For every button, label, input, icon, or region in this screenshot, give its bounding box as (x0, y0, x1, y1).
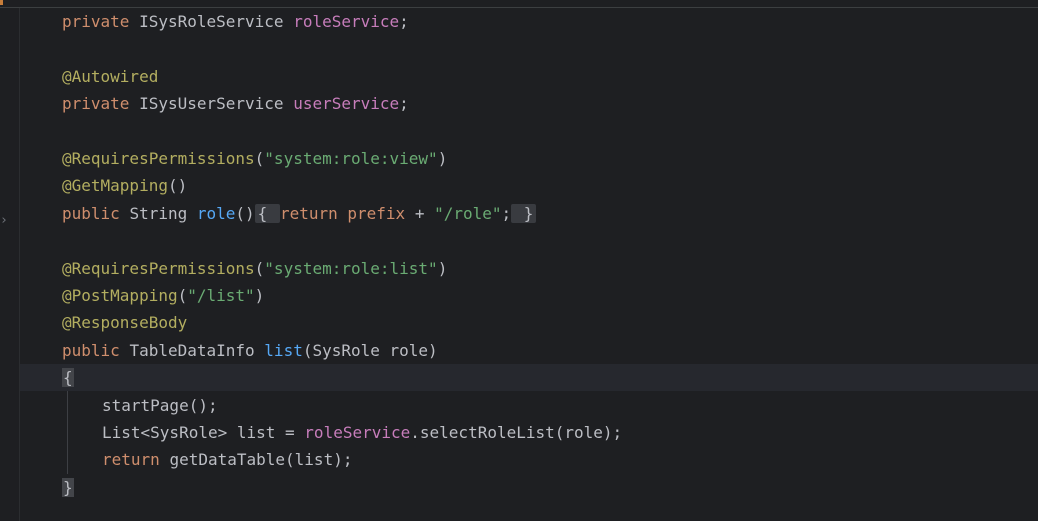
code-editor[interactable]: private ISysRoleService roleService; @Aut… (20, 8, 1038, 521)
string-token: "system:role:view" (264, 149, 438, 168)
code-line[interactable]: @GetMapping() (20, 172, 1038, 199)
code-line-content: public String role(){ return prefix + "/… (62, 200, 537, 227)
code-line-content: return getDataTable(list); (102, 446, 352, 473)
keyword-token: private (62, 94, 140, 114)
code-line-content: private ISysRoleService roleService; (62, 8, 409, 35)
tab-accent (0, 0, 3, 5)
keyword-token: return (279, 203, 348, 223)
code-token: String (129, 203, 197, 223)
field-token: roleService (293, 12, 400, 31)
code-token: ISysUserService (139, 94, 294, 114)
string-token: "/role" (434, 203, 502, 223)
field-token: roleService (304, 423, 411, 442)
code-line[interactable] (20, 35, 1038, 62)
brace-token: { (62, 368, 74, 388)
code-token: .selectRoleList(role); (410, 423, 623, 442)
keyword-token: public (62, 203, 130, 223)
brace-token: } (62, 477, 74, 497)
current-code-line[interactable]: { (20, 364, 1038, 392)
editor-tab-strip (0, 0, 1038, 8)
code-line-content: @PostMapping("/list") (62, 282, 264, 309)
code-line-content: @RequiresPermissions("system:role:list") (62, 255, 447, 282)
code-token: + (414, 203, 435, 223)
code-line-content: @GetMapping() (62, 172, 187, 199)
code-token: ; (399, 94, 409, 114)
code-line-content: public TableDataInfo list(SysRole role) (62, 337, 438, 364)
code-line[interactable]: @ResponseBody (20, 309, 1038, 336)
code-token: getDataTable(list); (169, 450, 353, 470)
keyword-token: public (62, 340, 130, 360)
code-line[interactable]: @RequiresPermissions("system:role:list") (20, 255, 1038, 282)
code-line-content: } (62, 474, 74, 501)
code-line-content: startPage(); (102, 392, 218, 419)
folded-region[interactable]: { (254, 203, 280, 223)
annotation-token: @GetMapping (62, 176, 168, 196)
code-token: ( (177, 286, 188, 305)
code-line[interactable]: startPage(); (20, 392, 1038, 419)
annotation-token: @RequiresPermissions (62, 258, 255, 278)
code-token: ( (254, 149, 265, 168)
code-line[interactable]: return getDataTable(list); (20, 446, 1038, 473)
code-line-content: List<SysRole> list = roleService.selectR… (102, 419, 622, 446)
annotation-token: @PostMapping (62, 286, 178, 305)
code-token: ; (399, 12, 409, 31)
code-token: ISysRoleService (139, 12, 294, 31)
field-token: userService (293, 94, 400, 114)
code-line[interactable]: @Autowired (20, 63, 1038, 90)
code-token: ) (437, 258, 448, 278)
code-line[interactable]: private ISysUserService userService; (20, 90, 1038, 117)
code-token: ; (501, 203, 512, 223)
code-token: ) (437, 149, 448, 168)
code-token: ( (254, 258, 265, 278)
code-line[interactable]: List<SysRole> list = roleService.selectR… (20, 419, 1038, 446)
annotation-token: @Autowired (62, 66, 159, 86)
code-line-content: private ISysUserService userService; (62, 90, 409, 117)
code-line-content: @ResponseBody (62, 309, 187, 336)
code-token: startPage(); (102, 395, 218, 415)
code-token: () (167, 176, 188, 196)
code-line-content: { (62, 364, 74, 391)
chevron-right-icon[interactable]: › (0, 213, 10, 229)
annotation-token: @ResponseBody (62, 313, 188, 333)
code-line-content: @Autowired (62, 63, 158, 90)
code-line[interactable] (20, 227, 1038, 254)
keyword-token: prefix (347, 203, 415, 223)
code-line[interactable]: public TableDataInfo list(SysRole role) (20, 337, 1038, 364)
code-line[interactable]: public String role(){ return prefix + "/… (20, 200, 1038, 227)
keyword-token: private (62, 12, 140, 31)
code-line[interactable]: @RequiresPermissions("system:role:view") (20, 145, 1038, 172)
code-token: (SysRole role) (302, 340, 438, 360)
method-token: role (196, 203, 236, 223)
string-token: "/list" (187, 286, 255, 305)
code-token: TableDataInfo (129, 340, 265, 360)
code-line[interactable]: private ISysRoleService roleService; (20, 8, 1038, 35)
code-line[interactable] (20, 118, 1038, 145)
keyword-token: return (102, 450, 170, 470)
code-token: List<SysRole> list = (102, 423, 305, 442)
annotation-token: @RequiresPermissions (62, 149, 255, 168)
code-line[interactable]: @PostMapping("/list") (20, 282, 1038, 309)
method-token: list (264, 340, 303, 360)
string-token: "system:role:list" (264, 258, 438, 278)
code-line-content: @RequiresPermissions("system:role:view") (62, 145, 447, 172)
code-line[interactable]: } (20, 474, 1038, 501)
folded-region[interactable]: } (511, 203, 537, 223)
editor-gutter[interactable]: › (0, 8, 20, 521)
code-token: () (235, 203, 255, 223)
code-token: ) (254, 286, 265, 305)
